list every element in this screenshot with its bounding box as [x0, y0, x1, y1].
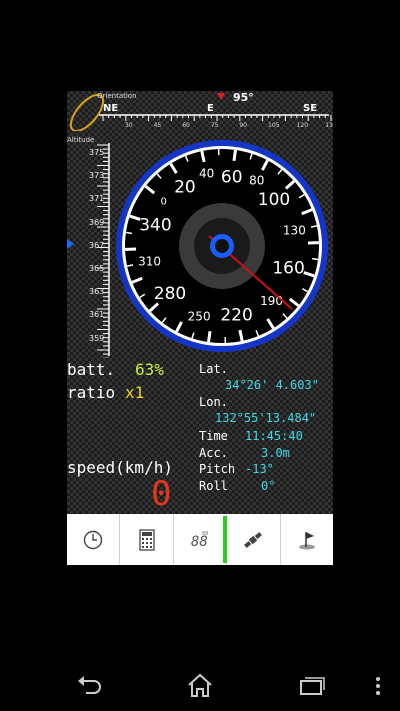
- gauge-tick: [207, 330, 212, 343]
- compass-scale-label: 90: [239, 122, 247, 129]
- altitude-tick-label: 363: [89, 287, 105, 297]
- gauge-label: 160: [272, 259, 304, 279]
- menu-icon: [376, 677, 380, 695]
- batt-label: batt.: [67, 360, 116, 379]
- compass-scale: 3045607590105120135150: [102, 115, 333, 129]
- lon-value: 132°55'13.484": [215, 411, 317, 425]
- history-button[interactable]: [67, 514, 121, 565]
- altitude-tick-label: 375: [89, 148, 105, 157]
- roll-value: 0°: [261, 479, 276, 493]
- gauge-label: 20: [174, 178, 196, 198]
- svg-text:88: 88: [202, 531, 208, 537]
- gauge-label: 280: [154, 284, 186, 304]
- compass-scale-label: 120: [297, 122, 309, 129]
- heading-marker-icon: [217, 93, 225, 100]
- lat-label: Lat.: [199, 362, 228, 376]
- acc-value: 3.0m: [261, 446, 290, 460]
- orientation-label: Orientation: [97, 92, 137, 100]
- compass-scale-label: 105: [268, 122, 280, 129]
- gauge-label: 0: [160, 196, 166, 207]
- pitch-value: -13°: [245, 462, 274, 476]
- altitude-tick-label: 365: [89, 264, 105, 273]
- compass-scale-label: 45: [154, 122, 162, 129]
- gauge-label: 80: [249, 174, 264, 188]
- gauge-label: 60: [221, 168, 243, 188]
- digits-icon: 88 88: [191, 531, 208, 550]
- home-icon: [188, 673, 212, 697]
- roll-label: Roll: [199, 479, 228, 493]
- lon-label: Lon.: [199, 395, 228, 409]
- ratio-value: x1: [125, 383, 145, 402]
- altitude-tick-label: 373: [89, 171, 105, 181]
- gauge-label: 340: [139, 215, 171, 235]
- calculator-icon: [138, 528, 155, 551]
- waypoint-button[interactable]: [280, 514, 333, 565]
- calculator-button[interactable]: [120, 514, 174, 565]
- altitude-tick-label: 359: [89, 333, 105, 343]
- cardinal-e: E: [207, 103, 214, 114]
- gauge-label: 130: [283, 224, 306, 238]
- gauge-label: 250: [188, 309, 211, 323]
- system-nav-bar: [0, 650, 400, 711]
- clock-icon: [84, 530, 103, 549]
- app-screen: 3045607590105120135150 Orientation 95° N…: [67, 91, 333, 565]
- acc-label: Acc.: [199, 446, 228, 460]
- recents-button[interactable]: [295, 672, 329, 700]
- speedometer-gauge: 0 2040 60 80 100 130 160 190 220 250280 310 340: [116, 140, 328, 352]
- cardinal-se: SE: [303, 103, 318, 114]
- back-button[interactable]: [73, 672, 107, 700]
- lat-value: 34°26' 4.603": [225, 378, 319, 392]
- compass-scale-label: 30: [125, 122, 133, 129]
- recents-icon: [300, 677, 325, 695]
- time-label: Time: [199, 429, 228, 443]
- gauge-tick: [125, 231, 132, 235]
- altitude-tick-label: 371: [89, 194, 105, 204]
- gauge-label: 40: [199, 167, 214, 181]
- gauge-label: 190: [260, 294, 283, 308]
- compass-scale-label: 135: [325, 122, 333, 129]
- gauge-label: 100: [258, 190, 290, 210]
- gauge-tick: [232, 149, 237, 162]
- pitch-label: Pitch: [199, 462, 236, 476]
- back-icon: [78, 676, 101, 694]
- gauge-label: 220: [220, 305, 252, 325]
- compass-scale-label: 60: [182, 122, 190, 129]
- compass-scale-label: 75: [211, 122, 219, 129]
- satellite-icon: [244, 531, 263, 548]
- bottom-toolbar: 88 88: [67, 514, 333, 565]
- menu-button[interactable]: [370, 672, 386, 700]
- heading-value: 95°: [233, 91, 254, 104]
- gauge-tick: [312, 257, 319, 261]
- time-value: 11:45:40: [245, 429, 303, 443]
- cardinal-ne: NE: [103, 103, 119, 114]
- altitude-marker-icon: [67, 239, 74, 249]
- altitude-tick-label: 369: [89, 217, 105, 227]
- gauge-label: 310: [138, 254, 161, 268]
- flag-icon: [298, 531, 315, 549]
- satellite-button[interactable]: [227, 514, 281, 565]
- speed-value: 0: [151, 474, 172, 514]
- altitude-tick-label: 367: [89, 240, 105, 250]
- batt-value: 63%: [135, 360, 164, 379]
- digital-display-button[interactable]: 88 88: [173, 514, 231, 565]
- ratio-label: ratio: [67, 383, 116, 402]
- home-button[interactable]: [183, 670, 217, 700]
- altitude-tick-label: 361: [89, 310, 105, 320]
